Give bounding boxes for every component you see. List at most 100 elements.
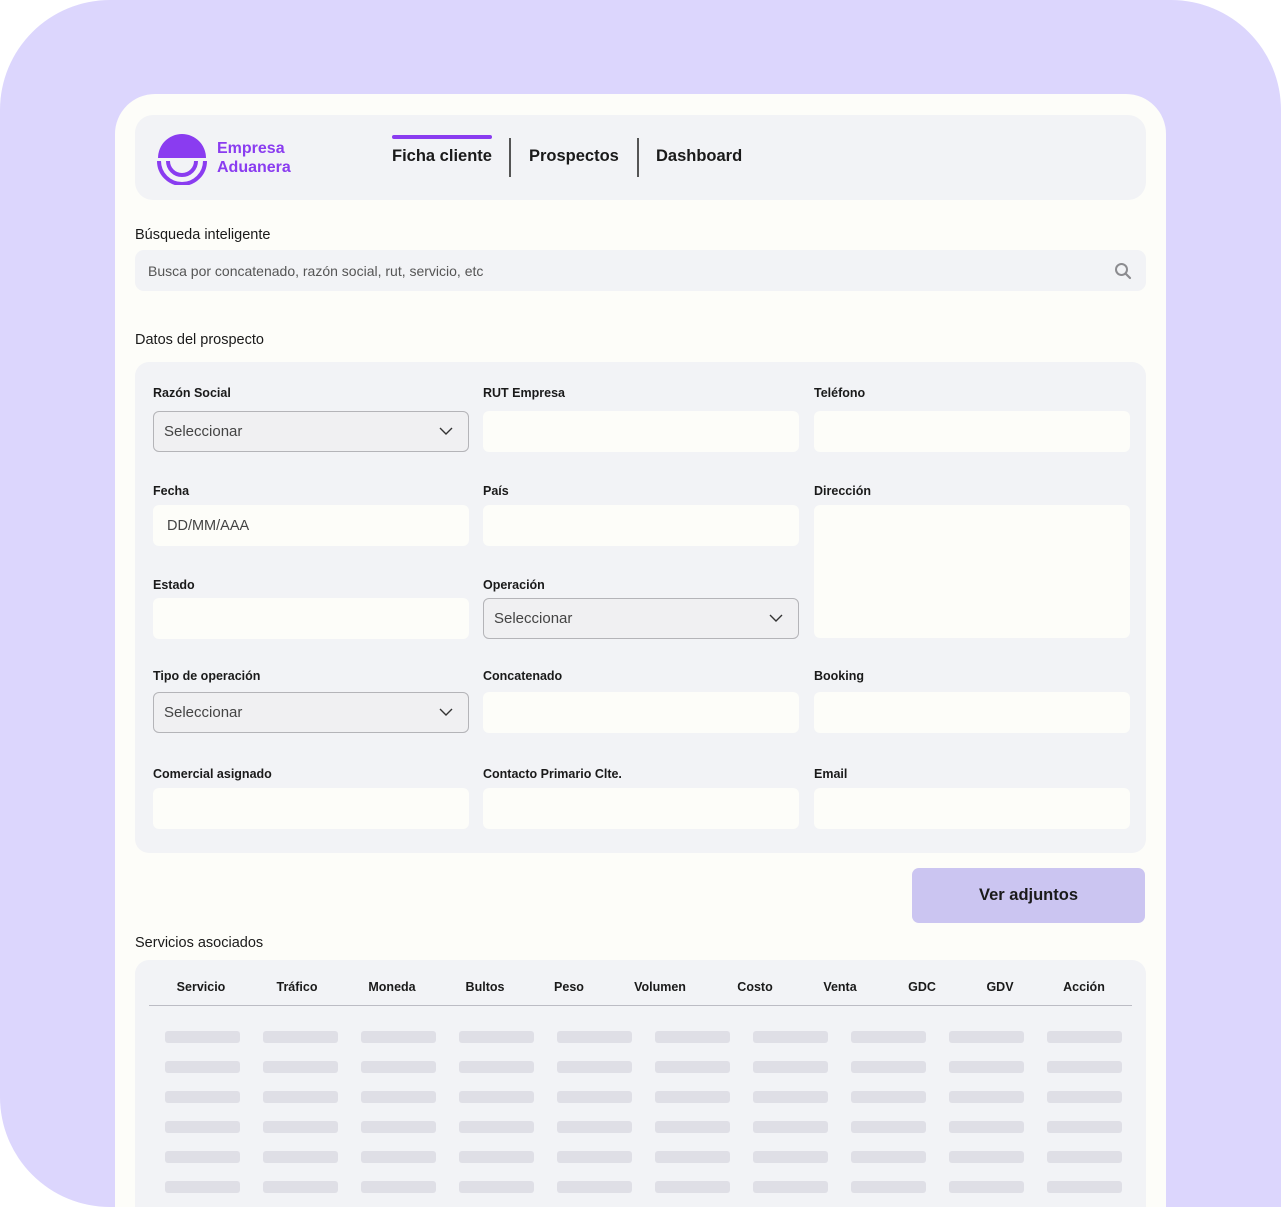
table-cell-placeholder bbox=[1047, 1061, 1122, 1073]
contacto-label: Contacto Primario Clte. bbox=[483, 767, 622, 781]
top-navigation-bar: Empresa Aduanera Ficha cliente Prospecto… bbox=[135, 115, 1146, 200]
table-cell-placeholder bbox=[361, 1151, 436, 1163]
column-header: Volumen bbox=[634, 980, 686, 994]
tab-dashboard-label: Dashboard bbox=[656, 146, 743, 165]
column-header: Moneda bbox=[368, 980, 416, 994]
direccion-textarea[interactable] bbox=[814, 505, 1130, 638]
operacion-select[interactable]: Seleccionar bbox=[483, 598, 799, 639]
table-cell-placeholder bbox=[459, 1151, 534, 1163]
table-cell-placeholder bbox=[557, 1181, 632, 1193]
company-name: Empresa Aduanera bbox=[217, 139, 291, 177]
tab-prospectos-label: Prospectos bbox=[529, 146, 619, 165]
comercial-input[interactable] bbox=[153, 788, 469, 829]
search-label: Búsqueda inteligente bbox=[135, 227, 271, 243]
operacion-label: Operación bbox=[483, 578, 545, 592]
tab-ficha-cliente[interactable]: Ficha cliente bbox=[392, 135, 492, 177]
telefono-input[interactable] bbox=[814, 411, 1130, 452]
table-cell-placeholder bbox=[361, 1031, 436, 1043]
table-cell-placeholder bbox=[753, 1091, 828, 1103]
nav-divider bbox=[637, 138, 639, 177]
search-placeholder: Busca por concatenado, razón social, rut… bbox=[148, 262, 484, 279]
table-cell-placeholder bbox=[1047, 1151, 1122, 1163]
search-icon[interactable] bbox=[1114, 262, 1132, 280]
table-cell-placeholder bbox=[263, 1121, 338, 1133]
company-name-line1: Empresa bbox=[217, 140, 285, 157]
tab-prospectos[interactable]: Prospectos bbox=[529, 135, 619, 177]
table-cell-placeholder bbox=[851, 1061, 926, 1073]
table-cell-placeholder bbox=[655, 1121, 730, 1133]
services-section-title: Servicios asociados bbox=[135, 935, 264, 951]
column-header: Servicio bbox=[176, 980, 226, 994]
email-input[interactable] bbox=[814, 788, 1130, 829]
email-label: Email bbox=[814, 767, 848, 781]
pais-label: País bbox=[483, 484, 509, 498]
company-logo-icon bbox=[157, 134, 207, 185]
table-cell-placeholder bbox=[459, 1181, 534, 1193]
table-cell-placeholder bbox=[165, 1151, 240, 1163]
fecha-label: Fecha bbox=[153, 484, 190, 498]
column-header: Acción bbox=[1063, 980, 1105, 994]
background-frame: Empresa Aduanera Ficha cliente Prospecto… bbox=[0, 0, 1281, 1207]
table-cell-placeholder bbox=[753, 1061, 828, 1073]
table-cell-placeholder bbox=[557, 1091, 632, 1103]
table-cell-placeholder bbox=[361, 1181, 436, 1193]
table-cell-placeholder bbox=[949, 1181, 1024, 1193]
column-header: Bultos bbox=[465, 980, 505, 994]
table-cell-placeholder bbox=[655, 1151, 730, 1163]
table-cell-placeholder bbox=[753, 1121, 828, 1133]
table-cell-placeholder bbox=[949, 1091, 1024, 1103]
tipo-operacion-label: Tipo de operación bbox=[153, 669, 261, 683]
table-cell-placeholder bbox=[949, 1031, 1024, 1043]
table-cell-placeholder bbox=[557, 1031, 632, 1043]
column-header: GDC bbox=[908, 980, 936, 994]
table-cell-placeholder bbox=[1047, 1181, 1122, 1193]
table-cell-placeholder bbox=[165, 1121, 240, 1133]
booking-label: Booking bbox=[814, 669, 864, 683]
table-cell-placeholder bbox=[263, 1031, 338, 1043]
chevron-down-icon bbox=[439, 427, 453, 435]
table-cell-placeholder bbox=[949, 1121, 1024, 1133]
contacto-input[interactable] bbox=[483, 788, 799, 829]
booking-input[interactable] bbox=[814, 692, 1130, 733]
nav-divider bbox=[509, 138, 511, 177]
fecha-placeholder: DD/MM/AAA bbox=[167, 517, 250, 534]
pais-input[interactable] bbox=[483, 505, 799, 546]
table-cell-placeholder bbox=[459, 1031, 534, 1043]
table-cell-placeholder bbox=[851, 1181, 926, 1193]
fecha-input[interactable]: DD/MM/AAA bbox=[153, 505, 469, 546]
smart-search-input[interactable]: Busca por concatenado, razón social, rut… bbox=[135, 250, 1146, 291]
estado-label: Estado bbox=[153, 578, 195, 592]
column-header: Costo bbox=[737, 980, 773, 994]
tab-dashboard[interactable]: Dashboard bbox=[656, 135, 742, 177]
company-name-line2: Aduanera bbox=[217, 159, 291, 176]
table-cell-placeholder bbox=[851, 1151, 926, 1163]
column-header: Venta bbox=[823, 980, 857, 994]
table-cell-placeholder bbox=[459, 1121, 534, 1133]
concatenado-label: Concatenado bbox=[483, 669, 563, 683]
tipo-operacion-select[interactable]: Seleccionar bbox=[153, 692, 469, 733]
chevron-down-icon bbox=[769, 614, 783, 622]
table-cell-placeholder bbox=[165, 1061, 240, 1073]
app-card: Empresa Aduanera Ficha cliente Prospecto… bbox=[115, 94, 1166, 1207]
table-cell-placeholder bbox=[263, 1091, 338, 1103]
view-attachments-button[interactable]: Ver adjuntos bbox=[912, 868, 1145, 923]
razon-social-label: Razón Social bbox=[153, 386, 231, 400]
rut-empresa-label: RUT Empresa bbox=[483, 386, 565, 400]
operacion-value: Seleccionar bbox=[494, 610, 573, 627]
concatenado-input[interactable] bbox=[483, 692, 799, 733]
table-cell-placeholder bbox=[361, 1091, 436, 1103]
rut-empresa-input[interactable] bbox=[483, 411, 799, 452]
razon-social-select[interactable]: Seleccionar bbox=[153, 411, 469, 452]
table-cell-placeholder bbox=[459, 1061, 534, 1073]
column-header: Peso bbox=[554, 980, 584, 994]
table-cell-placeholder bbox=[851, 1121, 926, 1133]
table-cell-placeholder bbox=[557, 1061, 632, 1073]
tipo-operacion-value: Seleccionar bbox=[164, 704, 243, 721]
table-cell-placeholder bbox=[1047, 1121, 1122, 1133]
table-header-divider bbox=[149, 1005, 1132, 1006]
prospect-section-title: Datos del prospecto bbox=[135, 332, 264, 348]
estado-input[interactable] bbox=[153, 598, 469, 639]
table-cell-placeholder bbox=[753, 1151, 828, 1163]
chevron-down-icon bbox=[439, 708, 453, 716]
table-cell-placeholder bbox=[263, 1151, 338, 1163]
